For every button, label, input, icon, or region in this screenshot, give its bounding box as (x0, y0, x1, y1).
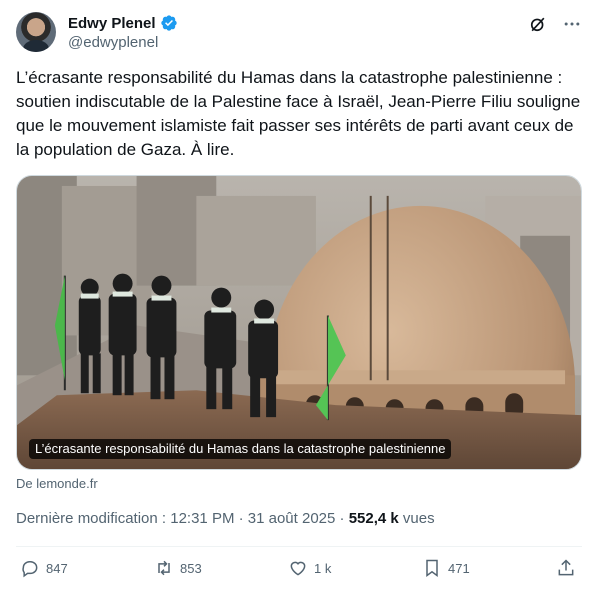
repost-icon (158, 560, 170, 576)
heart-icon (290, 561, 306, 576)
share-button[interactable] (556, 558, 576, 578)
reply-button[interactable]: 847 (20, 558, 68, 578)
name-row: Edwy Plenel (68, 13, 178, 33)
repost-button[interactable]: 853 (154, 558, 202, 578)
avatar[interactable] (16, 12, 56, 52)
reply-icon (22, 561, 38, 578)
divider (16, 546, 582, 547)
share-icon (558, 559, 574, 576)
reply-count: 847 (46, 560, 68, 576)
views-count: 552,4 k (348, 510, 399, 527)
action-bar: 847 853 1 k 471 (16, 558, 582, 582)
author-block: Edwy Plenel @edwyplenel (68, 13, 178, 51)
tweet-text: L’écrasante responsabilité du Hamas dans… (16, 68, 581, 159)
grok-icon[interactable] (528, 14, 548, 34)
like-button[interactable]: 1 k (288, 558, 331, 578)
card-source[interactable]: De lemonde.fr (16, 476, 98, 491)
views-label: vues (398, 510, 435, 527)
bookmark-icon (426, 559, 438, 577)
card-caption: L’écrasante responsabilité du Hamas dans… (29, 439, 452, 459)
link-card[interactable]: L’écrasante responsabilité du Hamas dans… (16, 175, 582, 470)
article-photo (17, 176, 581, 469)
bookmark-count: 471 (448, 560, 470, 576)
handle[interactable]: @edwyplenel (68, 34, 178, 51)
bookmark-button[interactable]: 471 (422, 558, 470, 578)
tweet-meta: Dernière modification : 12:31 PM · 31 ao… (16, 510, 435, 527)
tweet-header: Edwy Plenel @edwyplenel (16, 12, 582, 54)
verified-badge-icon (160, 15, 177, 31)
repost-count: 853 (180, 560, 202, 576)
timestamp-text[interactable]: Dernière modification : 12:31 PM · 31 ao… (16, 510, 349, 527)
display-name[interactable]: Edwy Plenel (68, 15, 156, 32)
more-icon[interactable] (562, 14, 582, 34)
like-count: 1 k (314, 560, 332, 576)
header-actions (528, 14, 582, 34)
